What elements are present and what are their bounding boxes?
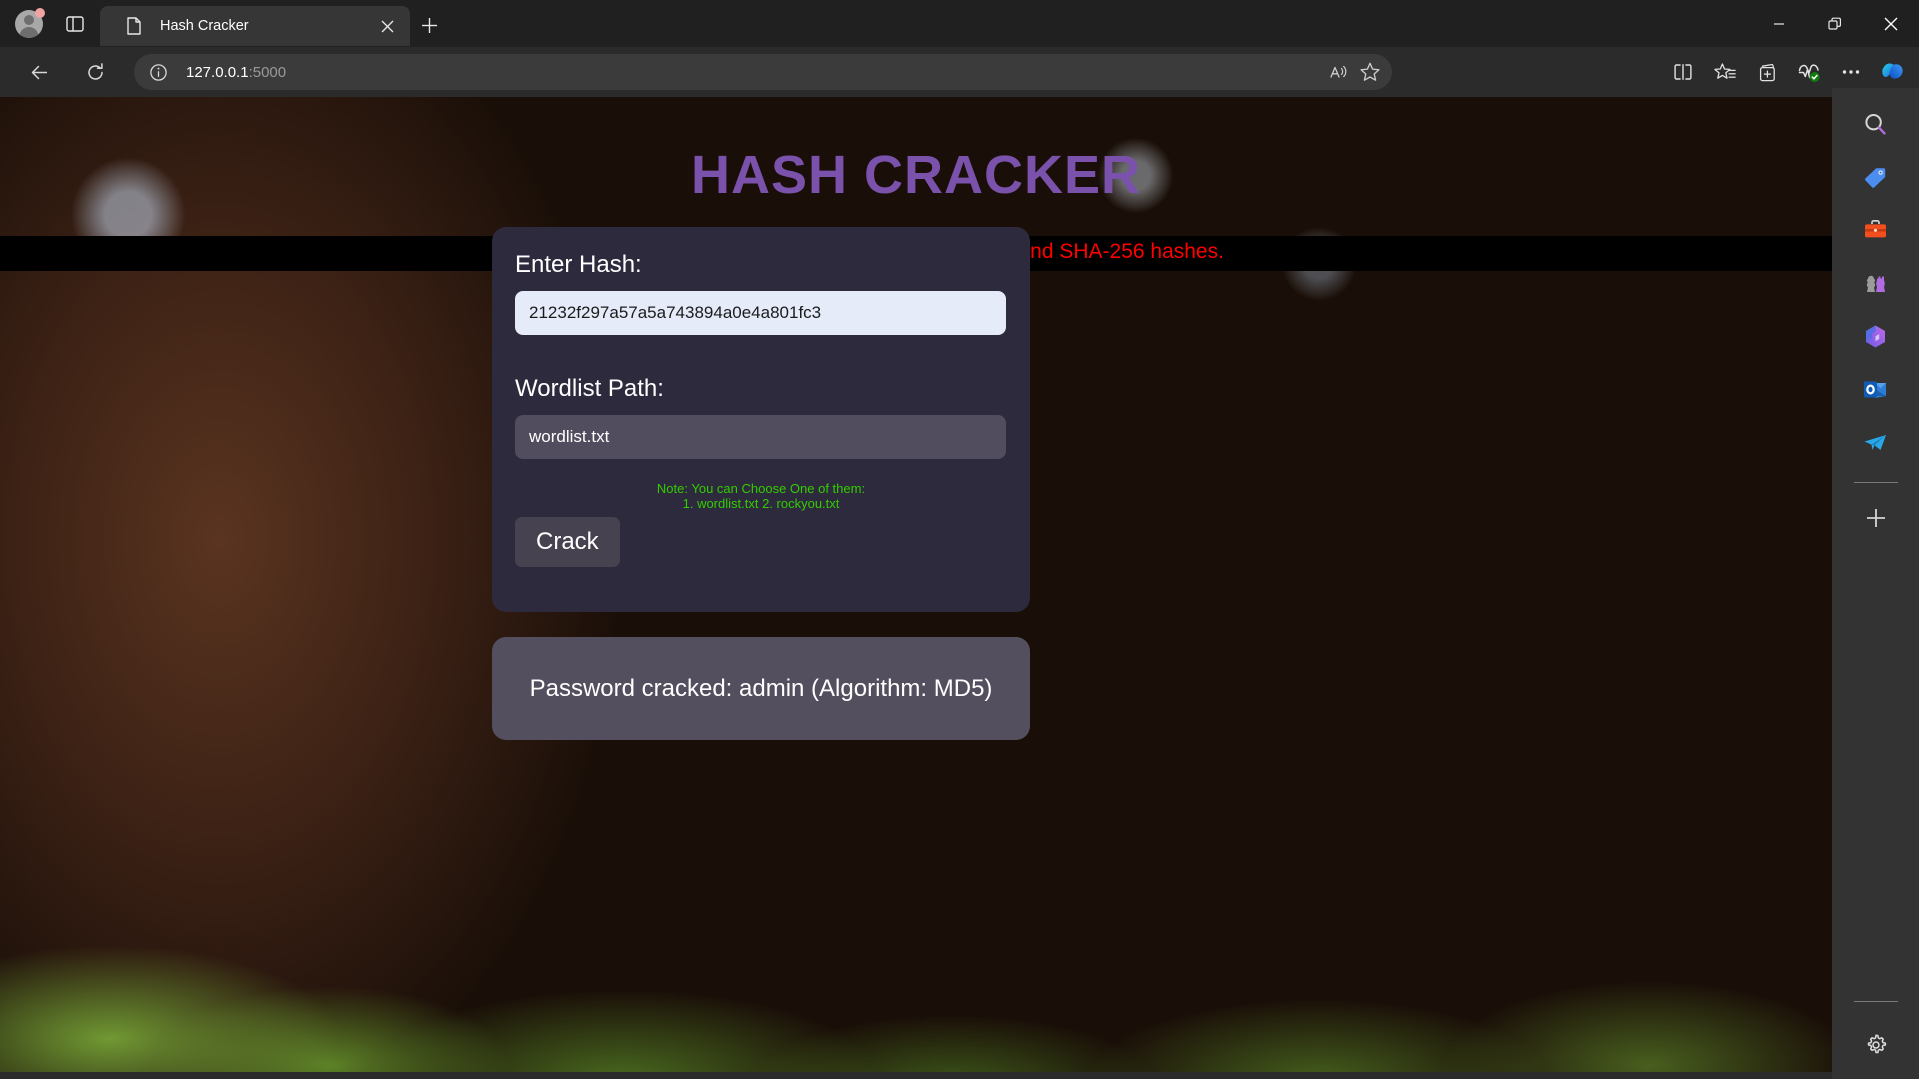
telegram-icon [1864,434,1886,450]
minimize-button[interactable] [1751,0,1807,47]
outlook-icon [1864,381,1886,398]
sidebar-item-search[interactable] [1854,102,1898,146]
field-spacer [515,335,1007,375]
microsoft365-icon [1866,325,1885,347]
avatar-status-badge [35,8,45,18]
new-tab-button[interactable] [412,8,446,42]
wordlist-hint-line-1: Note: You can Choose One of them: [656,481,866,496]
browser-essentials-icon [1798,64,1820,82]
sidebar-add-app-button[interactable] [1854,496,1898,540]
browser-essentials-button[interactable] [1791,54,1827,90]
url-host: 127.0.0.1 [186,63,249,81]
settings-and-more-button[interactable] [1833,54,1869,90]
wordlist-input[interactable] [515,415,1006,459]
collections-icon [1759,63,1775,81]
close-tab-button[interactable] [374,13,400,39]
close-window-button[interactable] [1863,0,1919,47]
sidebar-settings-button[interactable] [1854,1023,1898,1067]
read-aloud-button[interactable] [1322,56,1354,88]
favorites-icon [1713,62,1736,79]
read-aloud-icon [1329,65,1346,78]
close-icon [381,20,393,32]
url-text: 127.0.0.1:5000 [186,64,286,81]
navigation-bar: 127.0.0.1:5000 [0,47,1919,97]
back-button[interactable] [22,55,56,89]
site-info-icon [149,63,167,81]
sidebar-bottom [1853,1001,1898,1067]
browser-window: Hash Cracker 127.0.0.1:5000 HASH CRACKER… [0,0,1919,1079]
site-info-button[interactable] [142,56,174,88]
tab-actions-icon [66,16,84,32]
star-icon [1360,62,1380,81]
sidebar-item-microsoft365[interactable] [1854,314,1898,358]
page-viewport: HASH CRACKER Note: This tool can crack o… [0,97,1832,1079]
address-bar-actions [1322,56,1386,88]
tab-title: Hash Cracker [160,18,249,34]
search-icon [1865,113,1886,135]
sidebar-item-shopping[interactable] [1854,155,1898,199]
reload-button[interactable] [78,55,112,89]
reload-icon [87,62,103,80]
page-bottom-strip [0,1072,1832,1079]
copilot-icon [1882,63,1903,79]
profile-button[interactable] [12,7,46,41]
sidebar-bottom-divider [1853,1001,1898,1002]
result-card: Password cracked: admin (Algorithm: MD5) [492,637,1030,740]
address-bar[interactable]: 127.0.0.1:5000 [134,54,1392,90]
crack-form-card: Enter Hash: Wordlist Path: Note: You can… [492,227,1030,612]
split-screen-button[interactable] [1665,54,1701,90]
page-content: HASH CRACKER Note: This tool can crack o… [0,97,1832,1079]
tab-actions-button[interactable] [60,9,90,39]
hash-field-label: Enter Hash: [515,251,642,278]
result-message: Password cracked: admin (Algorithm: MD5) [529,674,993,702]
back-arrow-icon [31,65,47,79]
favorites-button[interactable] [1707,54,1743,90]
wordlist-hint: Note: You can Choose One of them: 1. wor… [515,481,1007,511]
gear-icon [1867,1034,1886,1054]
sidebar-item-tools[interactable] [1854,208,1898,252]
restore-button[interactable] [1807,0,1863,47]
window-controls [1751,0,1919,47]
games-icon [1866,275,1885,292]
page-title: HASH CRACKER [690,145,1141,205]
sidebar-item-outlook[interactable] [1854,367,1898,411]
tools-icon [1865,219,1886,237]
tab-strip: Hash Cracker [0,0,1919,47]
sidebar-divider [1853,482,1898,483]
url-port: :5000 [248,63,287,81]
wordlist-field-label: Wordlist Path: [515,375,664,402]
restore-icon [1828,17,1841,30]
close-icon [1884,17,1898,30]
split-screen-icon [1674,64,1692,80]
page-icon [127,17,141,35]
collections-button[interactable] [1749,54,1785,90]
sidebar-item-telegram[interactable] [1854,420,1898,464]
copilot-button[interactable] [1875,54,1911,90]
crack-button[interactable]: Crack [515,517,620,567]
minimize-icon [1774,22,1784,25]
edge-sidebar [1832,88,1919,1079]
browser-toolbar [1659,54,1911,90]
plus-icon [421,17,437,33]
browser-tab[interactable]: Hash Cracker [100,6,410,46]
wordlist-hint-line-2: 1. wordlist.txt 2. rockyou.txt [682,496,840,511]
ellipsis-icon [1842,70,1860,74]
shopping-tag-icon [1865,167,1886,188]
hash-input[interactable] [515,291,1006,335]
plus-icon [1866,509,1885,527]
add-favorite-button[interactable] [1354,56,1386,88]
sidebar-item-games[interactable] [1854,261,1898,305]
